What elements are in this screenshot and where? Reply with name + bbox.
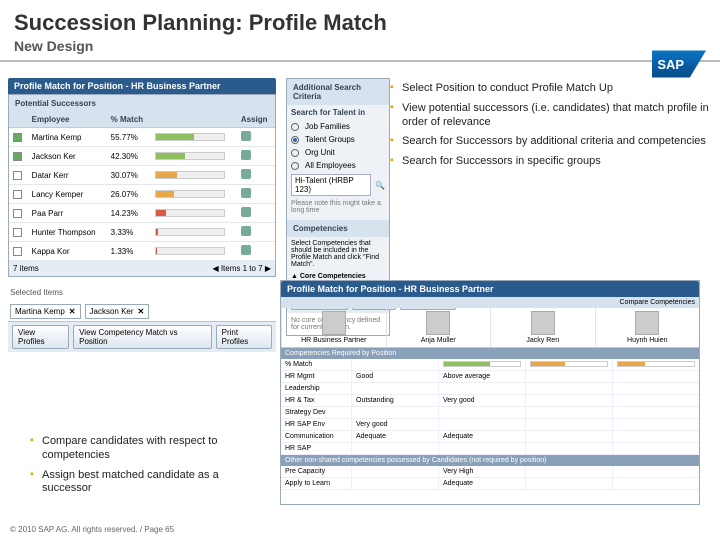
assign-icon[interactable] xyxy=(241,150,251,160)
section-required: Competencies Required by Position xyxy=(281,348,699,359)
checkbox[interactable] xyxy=(13,133,22,142)
search-icon[interactable]: 🔍 xyxy=(375,181,385,190)
radio[interactable] xyxy=(291,123,299,131)
compare-person: Huynh Huien xyxy=(595,308,700,347)
view-profiles-button[interactable]: View Profiles xyxy=(12,325,69,349)
toolbar: View Profiles View Competency Match vs P… xyxy=(8,321,276,352)
radio-label: Org Unit xyxy=(305,148,335,157)
view-competency-button[interactable]: View Competency Match vs Position xyxy=(73,325,212,349)
radio[interactable] xyxy=(291,149,299,157)
bullet-item: Compare candidates with respect to compe… xyxy=(30,435,260,463)
avatar xyxy=(635,311,659,335)
radio-label: Talent Groups xyxy=(305,135,355,144)
checkbox[interactable] xyxy=(13,209,22,218)
comp-text: Select Competencies that should be inclu… xyxy=(287,237,389,271)
match-pct: 1.33% xyxy=(107,242,151,261)
selected-pill: Jackson Ker✕ xyxy=(85,304,150,319)
table-row[interactable]: Martina Kemp 55.77% xyxy=(9,128,275,147)
compare-row: HR & TaxOutstandingVery good xyxy=(281,395,699,407)
table-row[interactable]: Datar Kerr 30.07% xyxy=(9,166,275,185)
radio[interactable] xyxy=(291,162,299,170)
table-row[interactable]: Paa Parr 14.23% xyxy=(9,204,275,223)
employee-name: Hunter Thompson xyxy=(28,223,107,242)
avatar xyxy=(531,311,555,335)
bullet-item: Assign best matched candidate as a succe… xyxy=(30,469,260,497)
compare-row: Leadership xyxy=(281,383,699,395)
employee-name: Datar Kerr xyxy=(28,166,107,185)
radio-label: All Employees xyxy=(305,161,356,170)
compare-row: Pre CapacityVery High xyxy=(281,466,699,478)
employee-name: Jackson Ker xyxy=(28,147,107,166)
sap-logo: SAP xyxy=(652,50,706,78)
match-pct: 26.07% xyxy=(107,185,151,204)
compare-person: HR Business Partner xyxy=(281,308,386,347)
print-profiles-button[interactable]: Print Profiles xyxy=(216,325,272,349)
assign-icon[interactable] xyxy=(241,207,251,217)
checkbox[interactable] xyxy=(13,171,22,180)
note: Please note this might take a long time xyxy=(287,198,389,216)
footer: © 2010 SAP AG. All rights reserved. / Pa… xyxy=(10,525,174,534)
assign-icon[interactable] xyxy=(241,169,251,179)
checkbox[interactable] xyxy=(13,190,22,199)
compare-person: Jacky Ren xyxy=(490,308,595,347)
page-title: Succession Planning: Profile Match xyxy=(0,0,720,38)
table-row[interactable]: Kappa Kor 1.33% xyxy=(9,242,275,261)
employee-name: Lancy Kemper xyxy=(28,185,107,204)
assign-icon[interactable] xyxy=(241,245,251,255)
match-pct: 30.07% xyxy=(107,166,151,185)
employee-name: Martina Kemp xyxy=(28,128,107,147)
compare-row: HR MgmtGoodAbove average xyxy=(281,371,699,383)
employee-name: Kappa Kor xyxy=(28,242,107,261)
potential-successors-head: Potential Successors xyxy=(15,99,96,108)
close-icon[interactable]: ✕ xyxy=(138,307,145,316)
radio-label: Job Families xyxy=(305,122,350,131)
match-pct: 14.23% xyxy=(107,204,151,223)
avatar xyxy=(322,311,346,335)
avatar xyxy=(426,311,450,335)
compare-row: HR SAP EnvVery good xyxy=(281,419,699,431)
employee-name: Paa Parr xyxy=(28,204,107,223)
search-label: Search for Talent in xyxy=(287,105,389,120)
compare-panel: Profile Match for Position - HR Business… xyxy=(280,280,700,505)
match-pct: 3.33% xyxy=(107,223,151,242)
table-row[interactable]: Hunter Thompson 3.33% xyxy=(9,223,275,242)
compare-row: CommunicationAdequateAdequate xyxy=(281,431,699,443)
svg-text:SAP: SAP xyxy=(657,57,684,72)
compare-title: Compare Competencies xyxy=(620,299,695,306)
table-row[interactable]: Jackson Ker 42.30% xyxy=(9,147,275,166)
checkbox[interactable] xyxy=(13,228,22,237)
section-other: Other non-shared competencies possessed … xyxy=(281,455,699,466)
competencies-head: Competencies xyxy=(293,224,348,233)
radio[interactable] xyxy=(291,136,299,144)
divider xyxy=(0,60,720,62)
assign-icon[interactable] xyxy=(241,131,251,141)
compare-header: Profile Match for Position - HR Business… xyxy=(281,281,699,297)
selected-label: Selected Items xyxy=(8,284,276,301)
successors-table: Employee % Match Assign Martina Kemp 55.… xyxy=(9,112,275,261)
pager: 7 items ◀ Items 1 to 7 ▶ xyxy=(9,261,275,276)
panel-header: Profile Match for Position - HR Business… xyxy=(8,78,276,94)
compare-row: Apply to LearnAdequate xyxy=(281,478,699,490)
compare-row: HR SAP xyxy=(281,443,699,455)
match-pct: 55.77% xyxy=(107,128,151,147)
assign-icon[interactable] xyxy=(241,226,251,236)
selected-pill: Martina Kemp✕ xyxy=(10,304,81,319)
assign-icon[interactable] xyxy=(241,188,251,198)
checkbox[interactable] xyxy=(13,152,22,161)
match-pct: 42.30% xyxy=(107,147,151,166)
table-row[interactable]: Lancy Kemper 26.07% xyxy=(9,185,275,204)
group-input[interactable]: Hi-Talent (HRBP 123) xyxy=(291,174,371,196)
compare-row: Strategy Dev xyxy=(281,407,699,419)
additional-criteria-head: Additional Search Criteria xyxy=(293,83,383,101)
compare-person: Anja Muller xyxy=(386,308,491,347)
close-icon[interactable]: ✕ xyxy=(69,307,76,316)
checkbox[interactable] xyxy=(13,247,22,256)
bottom-bullets: Compare candidates with respect to compe… xyxy=(30,435,260,502)
page-subtitle: New Design xyxy=(0,38,720,60)
